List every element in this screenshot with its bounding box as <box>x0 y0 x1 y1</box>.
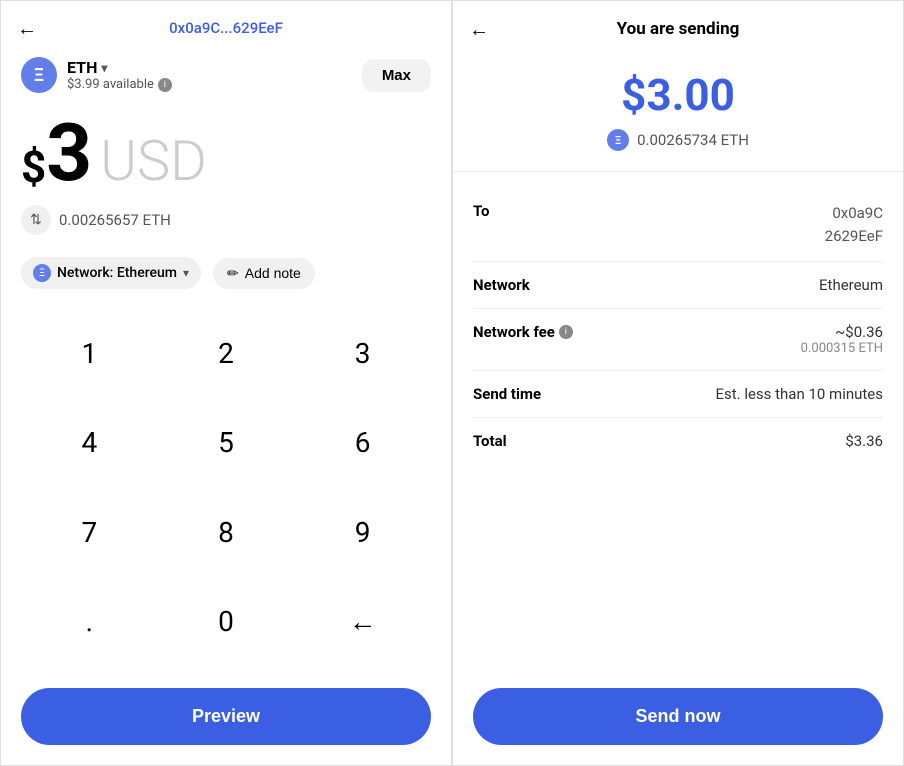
network-row: Ξ Network: Ethereum ▾ ✏ Add note <box>1 247 451 299</box>
key-6[interactable]: 6 <box>294 398 431 487</box>
max-button[interactable]: Max <box>362 59 431 92</box>
amount-number: 3 <box>46 113 92 193</box>
eth-icon-small: Ξ <box>607 129 629 151</box>
numpad: 1 2 3 4 5 6 7 8 9 . 0 ← <box>1 299 451 676</box>
preview-button[interactable]: Preview <box>21 688 431 745</box>
token-chevron-icon: ▾ <box>101 61 107 75</box>
network-label: Network: Ethereum <box>57 265 177 281</box>
network-detail-row: Network Ethereum <box>473 262 883 309</box>
key-0[interactable]: 0 <box>158 577 295 666</box>
fee-label: Network fee <box>473 323 555 341</box>
add-note-label: Add note <box>245 265 301 281</box>
fee-value: ~$0.36 0.000315 ETH <box>801 323 883 356</box>
left-header: ← 0x0a9C...629EeF <box>1 1 451 47</box>
sending-usd: $3.00 <box>621 69 735 121</box>
currency-label: USD <box>100 133 207 189</box>
to-address: 0x0a9C 2629EeF <box>825 202 883 247</box>
network-chevron-icon: ▾ <box>183 266 189 280</box>
token-row: Ξ ETH ▾ $3.99 available i Max <box>1 47 451 103</box>
token-info: Ξ ETH ▾ $3.99 available i <box>21 57 172 93</box>
fee-secondary: 0.000315 ETH <box>801 341 883 356</box>
fee-info-icon[interactable]: i <box>559 325 573 339</box>
available-info-icon[interactable]: i <box>158 78 172 92</box>
eth-equiv-text: 0.00265657 ETH <box>59 211 171 229</box>
send-now-button[interactable]: Send now <box>473 688 883 745</box>
key-dot[interactable]: . <box>21 577 158 666</box>
key-1[interactable]: 1 <box>21 309 158 398</box>
network-eth-icon: Ξ <box>33 264 51 282</box>
sending-eth-row: Ξ 0.00265734 ETH <box>607 129 749 151</box>
key-4[interactable]: 4 <box>21 398 158 487</box>
key-7[interactable]: 7 <box>21 488 158 577</box>
key-2[interactable]: 2 <box>158 309 295 398</box>
total-value: $3.36 <box>845 432 883 450</box>
to-address-line1: 0x0a9C <box>825 202 883 225</box>
amount-display: $ 3 USD <box>1 103 451 199</box>
right-header: ← You are sending <box>453 1 903 49</box>
key-5[interactable]: 5 <box>158 398 295 487</box>
fee-label-row: Network fee i <box>473 323 573 341</box>
total-label: Total <box>473 432 507 450</box>
key-backspace[interactable]: ← <box>294 577 431 666</box>
token-name-row[interactable]: ETH ▾ <box>67 58 172 77</box>
back-button-left[interactable]: ← <box>17 16 37 41</box>
pencil-icon: ✏ <box>227 265 239 282</box>
to-row: To 0x0a9C 2629EeF <box>473 188 883 262</box>
network-detail-value: Ethereum <box>819 276 883 294</box>
left-panel: ← 0x0a9C...629EeF Ξ ETH ▾ $3.99 availabl… <box>0 0 452 766</box>
token-symbol: ETH <box>67 58 97 77</box>
to-address-line2: 2629EeF <box>825 225 883 248</box>
send-time-label: Send time <box>473 385 541 403</box>
add-note-button[interactable]: ✏ Add note <box>213 258 315 289</box>
eth-logo-icon: Ξ <box>21 57 57 93</box>
eth-equivalent-row: ⇅ 0.00265657 ETH <box>1 199 451 247</box>
right-title: You are sending <box>617 19 740 39</box>
network-detail-label: Network <box>473 276 530 294</box>
details-section: To 0x0a9C 2629EeF Network Ethereum Netwo… <box>453 172 903 676</box>
address-link[interactable]: 0x0a9C...629EeF <box>169 19 283 37</box>
network-selector[interactable]: Ξ Network: Ethereum ▾ <box>21 257 201 289</box>
dollar-sign: $ <box>21 145 46 189</box>
swap-icon[interactable]: ⇅ <box>21 205 51 235</box>
fee-primary: ~$0.36 <box>801 323 883 341</box>
send-time-row: Send time Est. less than 10 minutes <box>473 371 883 418</box>
key-8[interactable]: 8 <box>158 488 295 577</box>
total-row: Total $3.36 <box>473 418 883 464</box>
key-3[interactable]: 3 <box>294 309 431 398</box>
to-label: To <box>473 202 490 220</box>
back-button-right[interactable]: ← <box>469 17 489 42</box>
sending-eth-amount: 0.00265734 ETH <box>637 131 749 149</box>
fee-row: Network fee i ~$0.36 0.000315 ETH <box>473 309 883 371</box>
key-9[interactable]: 9 <box>294 488 431 577</box>
token-available: $3.99 available i <box>67 77 172 92</box>
sending-amount-section: $3.00 Ξ 0.00265734 ETH <box>453 49 903 172</box>
right-panel: ← You are sending $3.00 Ξ 0.00265734 ETH… <box>452 0 904 766</box>
send-time-value: Est. less than 10 minutes <box>715 385 883 403</box>
